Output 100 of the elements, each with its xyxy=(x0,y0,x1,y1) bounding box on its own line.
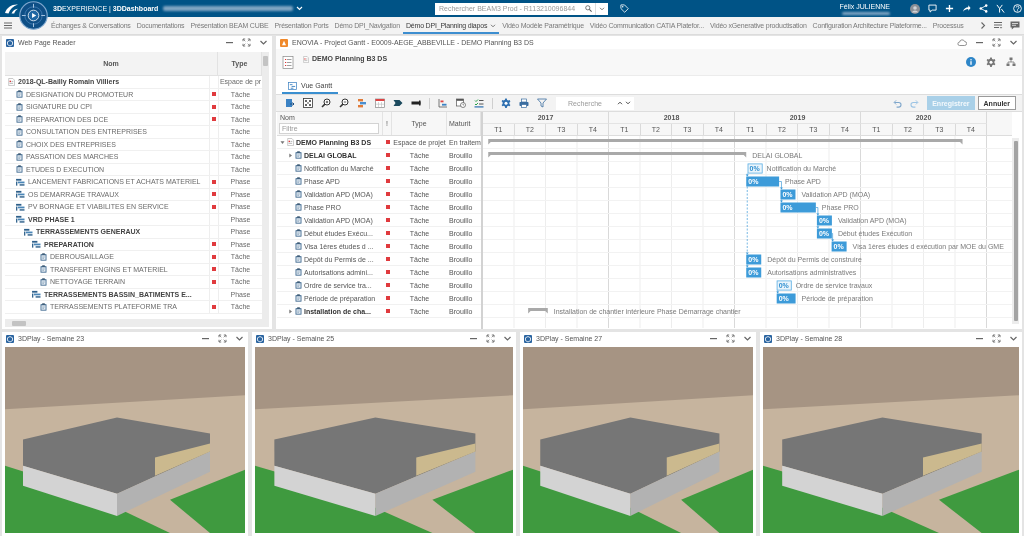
task-icon xyxy=(295,216,302,224)
zoom-in-icon[interactable] xyxy=(321,98,331,108)
list-icon[interactable] xyxy=(993,21,1003,30)
calendar-clock-icon[interactable] xyxy=(456,98,466,108)
chevron-down-icon[interactable] xyxy=(1009,38,1018,47)
task-icon xyxy=(295,255,302,263)
chevron-up-icon[interactable] xyxy=(617,101,623,105)
scrollbar[interactable] xyxy=(1012,138,1019,324)
task-icon xyxy=(295,307,302,315)
caret-icon[interactable] xyxy=(288,152,293,158)
hierarchy-icon[interactable] xyxy=(1006,57,1016,67)
phase-icon xyxy=(16,177,25,186)
chevron-down-icon[interactable] xyxy=(743,334,752,343)
chevron-down-icon[interactable] xyxy=(503,334,512,343)
task-bar xyxy=(780,202,816,213)
help-icon[interactable] xyxy=(1013,4,1022,13)
task-icon xyxy=(16,102,23,111)
dropdown-button[interactable] xyxy=(595,2,608,15)
scrollbar[interactable] xyxy=(262,52,269,319)
phase-icon xyxy=(32,290,41,299)
info-icon[interactable] xyxy=(966,57,976,67)
search-button[interactable] xyxy=(581,2,595,15)
arrow-icon[interactable] xyxy=(393,98,403,108)
stacked-bars-icon[interactable] xyxy=(357,98,367,108)
settings-icon[interactable] xyxy=(501,98,511,108)
blurred-text xyxy=(842,11,890,15)
comment-icon[interactable] xyxy=(1010,21,1020,30)
fork-icon[interactable] xyxy=(996,4,1005,13)
calendar-icon[interactable] xyxy=(375,98,385,108)
project-icon xyxy=(287,138,294,146)
logo-icon[interactable] xyxy=(4,3,19,14)
checklist-icon[interactable] xyxy=(474,98,484,108)
share-icon[interactable] xyxy=(962,4,971,13)
add-icon[interactable] xyxy=(945,4,954,13)
chevron-down-icon[interactable] xyxy=(235,334,244,343)
scrollbar-thumb[interactable] xyxy=(1013,141,1018,321)
caret-icon[interactable] xyxy=(288,308,293,314)
phase-icon xyxy=(24,227,33,236)
avatar-icon[interactable] xyxy=(910,3,920,14)
task-icon xyxy=(16,127,23,136)
export-icon[interactable] xyxy=(285,98,295,108)
scrollbar-thumb[interactable] xyxy=(263,56,268,66)
compass-icon[interactable] xyxy=(19,1,48,30)
maximize-icon[interactable] xyxy=(992,334,1001,343)
task-icon xyxy=(295,242,302,250)
settings-icon[interactable] xyxy=(986,57,996,67)
connections-icon[interactable] xyxy=(979,4,988,13)
phase-icon xyxy=(16,202,25,211)
document-list-icon xyxy=(282,55,294,69)
timeline-icon[interactable] xyxy=(438,98,448,108)
network-icon[interactable] xyxy=(303,98,313,108)
chevron-down-icon xyxy=(599,6,605,11)
task-icon xyxy=(40,302,47,311)
task-bar xyxy=(746,176,780,187)
project-icon xyxy=(303,56,309,63)
task-icon xyxy=(16,115,23,124)
task-icon xyxy=(40,277,47,286)
scrollbar[interactable] xyxy=(5,319,269,327)
task-icon xyxy=(16,165,23,174)
search-icon xyxy=(584,5,592,12)
phase-icon xyxy=(32,240,41,249)
caret-icon[interactable] xyxy=(490,23,497,28)
task-icon xyxy=(16,90,23,99)
message-icon[interactable] xyxy=(928,4,937,13)
task-icon xyxy=(16,140,23,149)
task-icon xyxy=(295,229,302,237)
task-bar xyxy=(776,293,796,304)
horizontal-bar-icon[interactable] xyxy=(411,98,421,108)
phase-icon xyxy=(16,215,25,224)
chevron-down-icon[interactable] xyxy=(259,38,268,47)
chevron-down-icon[interactable] xyxy=(625,101,631,105)
printer-icon[interactable] xyxy=(519,98,529,108)
task-icon xyxy=(40,252,47,261)
task-icon xyxy=(295,190,302,198)
scrollbar-thumb[interactable] xyxy=(12,320,26,326)
maximize-icon[interactable] xyxy=(242,38,251,47)
cloud-icon[interactable] xyxy=(957,38,967,47)
project-icon xyxy=(8,77,15,86)
zoom-out-icon[interactable] xyxy=(339,98,349,108)
maximize-icon[interactable] xyxy=(992,38,1001,47)
task-icon xyxy=(295,294,302,302)
gantt-chart-icon xyxy=(288,81,297,90)
task-icon xyxy=(295,281,302,289)
task-icon xyxy=(295,151,302,159)
phase-icon xyxy=(16,190,25,199)
filter-icon[interactable] xyxy=(537,98,547,108)
maximize-icon[interactable] xyxy=(218,334,227,343)
task-icon xyxy=(295,203,302,211)
chevron-right-icon[interactable] xyxy=(980,21,986,30)
menu-icon[interactable] xyxy=(4,22,12,29)
maximize-icon[interactable] xyxy=(486,334,495,343)
task-icon xyxy=(295,164,302,172)
maximize-icon[interactable] xyxy=(726,334,735,343)
tag-icon[interactable] xyxy=(620,4,629,13)
task-icon xyxy=(40,265,47,274)
task-icon xyxy=(16,152,23,161)
task-icon xyxy=(295,177,302,185)
chevron-down-icon[interactable] xyxy=(1009,334,1018,343)
caret-icon[interactable] xyxy=(280,139,285,145)
task-icon xyxy=(295,268,302,276)
